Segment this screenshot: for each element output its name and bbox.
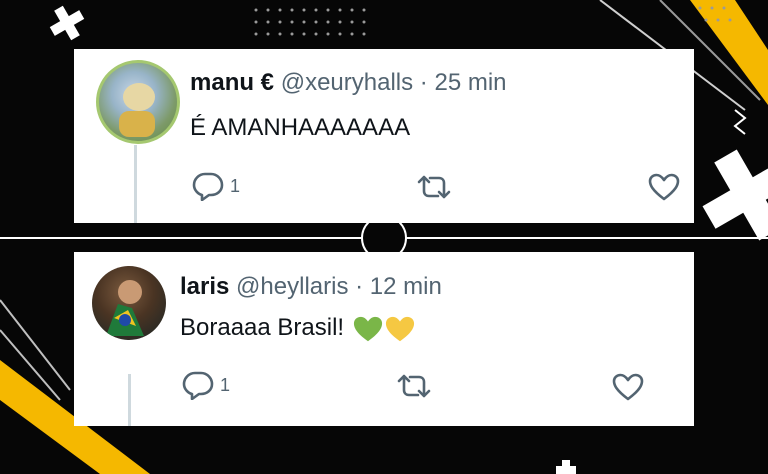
reply-button[interactable]: 1: [182, 370, 230, 400]
tweet-text: Boraaaa Brasil!: [180, 314, 415, 343]
tweet-header: laris @heyllaris · 12 min: [180, 273, 442, 301]
yellow-stripe-top-right: [690, 0, 768, 105]
user-handle[interactable]: @xeuryhalls: [281, 69, 413, 96]
retweet-icon: [397, 374, 431, 398]
tweet-header: manu € @xeuryhalls · 25 min: [190, 69, 507, 97]
reply-count: 1: [230, 175, 241, 196]
like-button[interactable]: [612, 373, 644, 401]
like-button[interactable]: [648, 173, 680, 201]
zigzag-shape: [733, 109, 747, 135]
separator: ·: [355, 273, 364, 300]
timestamp[interactable]: 25 min: [434, 69, 506, 96]
tweet-card: laris @heyllaris · 12 min Boraaaa Brasil…: [74, 252, 694, 426]
tweet-text-content: Boraaaa Brasil!: [180, 314, 345, 341]
display-name[interactable]: manu €: [190, 69, 274, 96]
plus-shape-bottom: [556, 460, 576, 474]
avatar[interactable]: [92, 266, 166, 340]
timestamp[interactable]: 12 min: [370, 273, 442, 300]
reply-count: 1: [220, 374, 231, 395]
display-name[interactable]: laris: [180, 273, 229, 300]
reply-button[interactable]: 1: [192, 171, 240, 201]
green-heart-emoji: [353, 316, 382, 341]
retweet-icon: [417, 175, 451, 199]
user-handle[interactable]: @heyllaris: [236, 273, 348, 300]
reply-icon: [182, 371, 214, 400]
plus-shape-right: [702, 149, 768, 241]
thread-line: [128, 374, 131, 426]
retweet-button[interactable]: [416, 174, 452, 200]
retweet-button[interactable]: [396, 373, 432, 399]
tweet-text: É AMANHAAAAAAA: [190, 114, 411, 141]
thread-line: [134, 145, 137, 223]
like-icon: [648, 173, 680, 201]
tweet-card: manu € @xeuryhalls · 25 min É AMANHAAAAA…: [74, 49, 694, 223]
reply-icon: [192, 172, 224, 201]
avatar[interactable]: [96, 60, 180, 144]
yellow-heart-emoji: [385, 316, 414, 341]
separator: ·: [419, 69, 428, 96]
like-icon: [612, 373, 644, 401]
plus-shape-top-left: [49, 5, 85, 41]
